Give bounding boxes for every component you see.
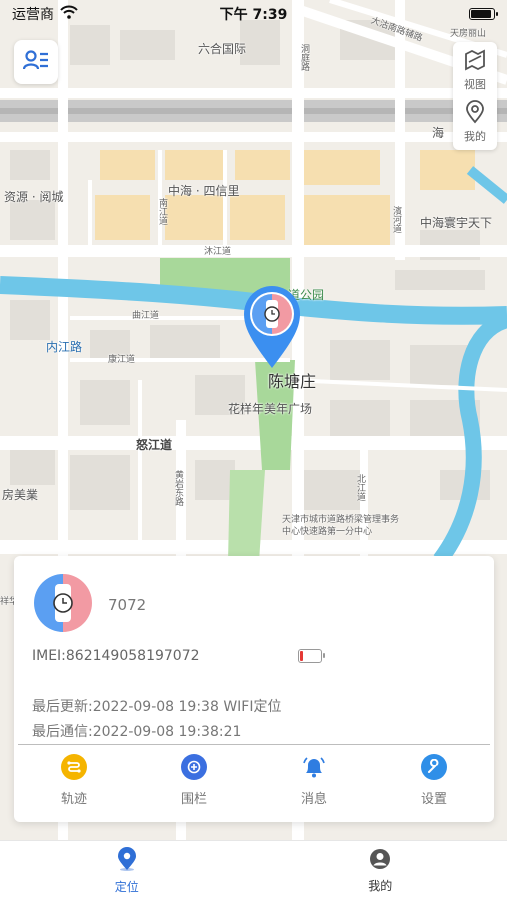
phone-battery-icon: [469, 8, 498, 20]
map-label-hai: 海: [432, 126, 445, 140]
map-label-beijiang-road: 北江道: [355, 474, 365, 501]
map-label-dongting-road: 洞庭路: [299, 44, 309, 71]
contacts-button[interactable]: [14, 40, 58, 84]
device-name: 7072: [108, 596, 147, 614]
map-label-huangbai-east: 黄岩东路: [173, 470, 183, 506]
device-avatar-icon: [32, 572, 94, 638]
device-header: 7072: [32, 572, 146, 638]
fence-label: 围栏: [180, 792, 207, 807]
device-location-marker[interactable]: [242, 284, 302, 370]
status-bar: 运营商 下午 7:39: [0, 0, 507, 28]
map-label-huayang-plaza: 花样年美年广场: [228, 402, 313, 416]
action-bar: 轨迹 围栏 消息 设置: [14, 754, 494, 807]
bell-icon: [301, 754, 327, 780]
map-label-liuhe: 六合国际: [198, 42, 247, 56]
map-view-icon: [463, 48, 487, 75]
status-left: 运营商: [12, 4, 78, 24]
device-info-card: 7072 IMEI:862149058197072 最后更新:2022-09-0…: [14, 556, 494, 822]
status-time: 下午 7:39: [219, 7, 288, 23]
map-label-mujiang-road: 沐江道: [204, 247, 232, 257]
profile-icon: [369, 848, 391, 873]
map-label-bingjiang-road: 濱河道: [391, 206, 401, 233]
tab-location-label: 定位: [114, 879, 139, 894]
wrench-icon: [421, 754, 447, 780]
map-label-fang-meiye: 房美業: [2, 488, 39, 502]
map-label-nanjiang-road: 南江道: [157, 198, 167, 225]
map-label-zhonghai-sixin: 中海 · 四信里: [168, 184, 240, 198]
map-label-kangjiang-road: 康江道: [108, 355, 136, 365]
card-divider: [18, 744, 490, 745]
bottom-tab-bar: 定位 我的: [0, 840, 507, 900]
wifi-icon: [60, 5, 78, 23]
view-button[interactable]: 视图: [463, 48, 487, 92]
location-icon: [116, 846, 138, 874]
fence-icon: [181, 754, 207, 780]
tab-mine-label: 我的: [368, 878, 393, 893]
mine-label: 我的: [464, 130, 486, 143]
imei-text: IMEI:862149058197072: [32, 648, 200, 664]
map-label-tianjin-bridge: 天津市城市道路桥梁管理事务中心快速路第一分中心: [282, 515, 400, 537]
view-label: 视图: [464, 78, 486, 91]
track-label: 轨迹: [60, 792, 87, 807]
map-side-controls: 视图 我的: [453, 42, 497, 150]
contacts-list-icon: [22, 49, 49, 75]
track-icon: [61, 754, 87, 780]
map-label-qujiang-road: 曲江道: [132, 311, 160, 321]
messages-label: 消息: [300, 792, 327, 807]
messages-button[interactable]: 消息: [254, 754, 374, 807]
imei-row: IMEI:862149058197072: [32, 648, 325, 664]
carrier-label: 运营商: [12, 7, 54, 23]
tab-mine[interactable]: 我的: [254, 841, 507, 900]
fence-button[interactable]: 围栏: [134, 754, 254, 807]
map-label-zhonghai-huanyu: 中海寰宇天下: [420, 216, 493, 230]
map-label-chentangzhuang: 陈塘庄: [268, 372, 317, 391]
my-location-button[interactable]: 我的: [464, 100, 486, 144]
track-button[interactable]: 轨迹: [14, 754, 134, 807]
map-label-ziyuan: 资源 · 阅城: [4, 190, 64, 204]
last-comm-text: 最后通信:2022-09-08 19:38:21: [32, 724, 242, 740]
settings-button[interactable]: 设置: [374, 754, 494, 807]
device-battery-icon: [298, 649, 325, 663]
tab-location[interactable]: 定位: [0, 841, 254, 900]
location-pin-icon: [464, 100, 486, 127]
last-update-text: 最后更新:2022-09-08 19:38 WIFI定位: [32, 699, 282, 715]
settings-label: 设置: [420, 792, 447, 807]
map-label-nujiang-road: 怒江道: [136, 438, 173, 452]
map-label-neijiang-road: 内江路: [46, 340, 83, 354]
